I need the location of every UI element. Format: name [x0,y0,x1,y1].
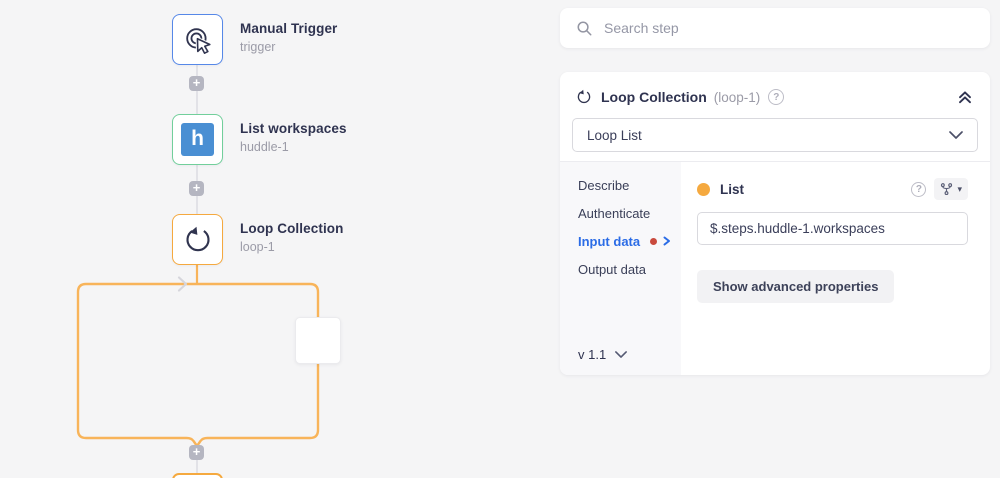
node-title: List workspaces [240,121,347,136]
menu-item-authenticate[interactable]: Authenticate [560,199,681,227]
caret-down-icon: ▾ [957,185,962,194]
panel-title: Loop Collection [601,89,707,105]
manual-trigger-icon [183,25,213,55]
chevron-down-icon [615,351,627,358]
add-step-button[interactable]: + [189,445,204,460]
show-advanced-properties-button[interactable]: Show advanced properties [697,270,894,303]
node-box-manual-trigger[interactable] [172,14,223,65]
list-value-input[interactable] [697,212,968,245]
loop-icon [576,89,592,105]
step-search-bar [560,8,990,48]
node-title: Loop Collection [240,221,344,236]
required-alert-dot [650,238,657,245]
input-mode-button[interactable]: ▾ [934,178,968,200]
menu-item-input-data[interactable]: Input data [560,227,681,255]
loop-path [78,284,318,446]
add-step-button[interactable]: + [189,181,204,196]
menu-item-output-data[interactable]: Output data [560,255,681,283]
field-label: List [720,182,744,197]
loop-icon [183,225,213,255]
add-step-button[interactable]: + [189,76,204,91]
node-subtitle: loop-1 [240,240,344,254]
flow-arrow-icon [179,278,186,291]
step-config-panel: Loop Collection (loop-1) ? Loop List Des… [560,72,990,375]
workflow-builder: Manual Trigger trigger + h List workspac… [0,0,1000,478]
menu-item-describe[interactable]: Describe [560,171,681,199]
huddle-icon: h [181,123,214,156]
field-status-dot [697,183,710,196]
operation-dropdown[interactable]: Loop List [572,118,978,152]
branch-icon [940,182,953,196]
operation-dropdown-value: Loop List [587,128,949,143]
config-side-menu: Describe Authenticate Input data Output … [560,162,681,375]
search-icon [576,20,593,37]
next-node-partial[interactable] [172,473,223,478]
node-subtitle: trigger [240,40,337,54]
panel-header: Loop Collection (loop-1) ? [560,72,990,118]
node-box-list-workspaces[interactable]: h [172,114,223,165]
step-id-label: (loop-1) [714,90,761,105]
input-data-form: List ? ▾ Show advanced properties [681,162,990,375]
node-title: Manual Trigger [240,21,337,36]
node-subtitle: huddle-1 [240,140,347,154]
collapse-panel-icon[interactable] [956,88,974,106]
version-selector[interactable]: v 1.1 [578,347,627,362]
version-label: v 1.1 [578,347,606,362]
chevron-down-icon [949,131,963,139]
chevron-right-icon [663,236,671,246]
node-box-loop-collection[interactable] [172,214,223,265]
loop-placeholder-node[interactable] [295,317,341,364]
help-icon[interactable]: ? [768,89,784,105]
search-input[interactable] [604,20,974,36]
field-help-icon[interactable]: ? [911,182,926,197]
